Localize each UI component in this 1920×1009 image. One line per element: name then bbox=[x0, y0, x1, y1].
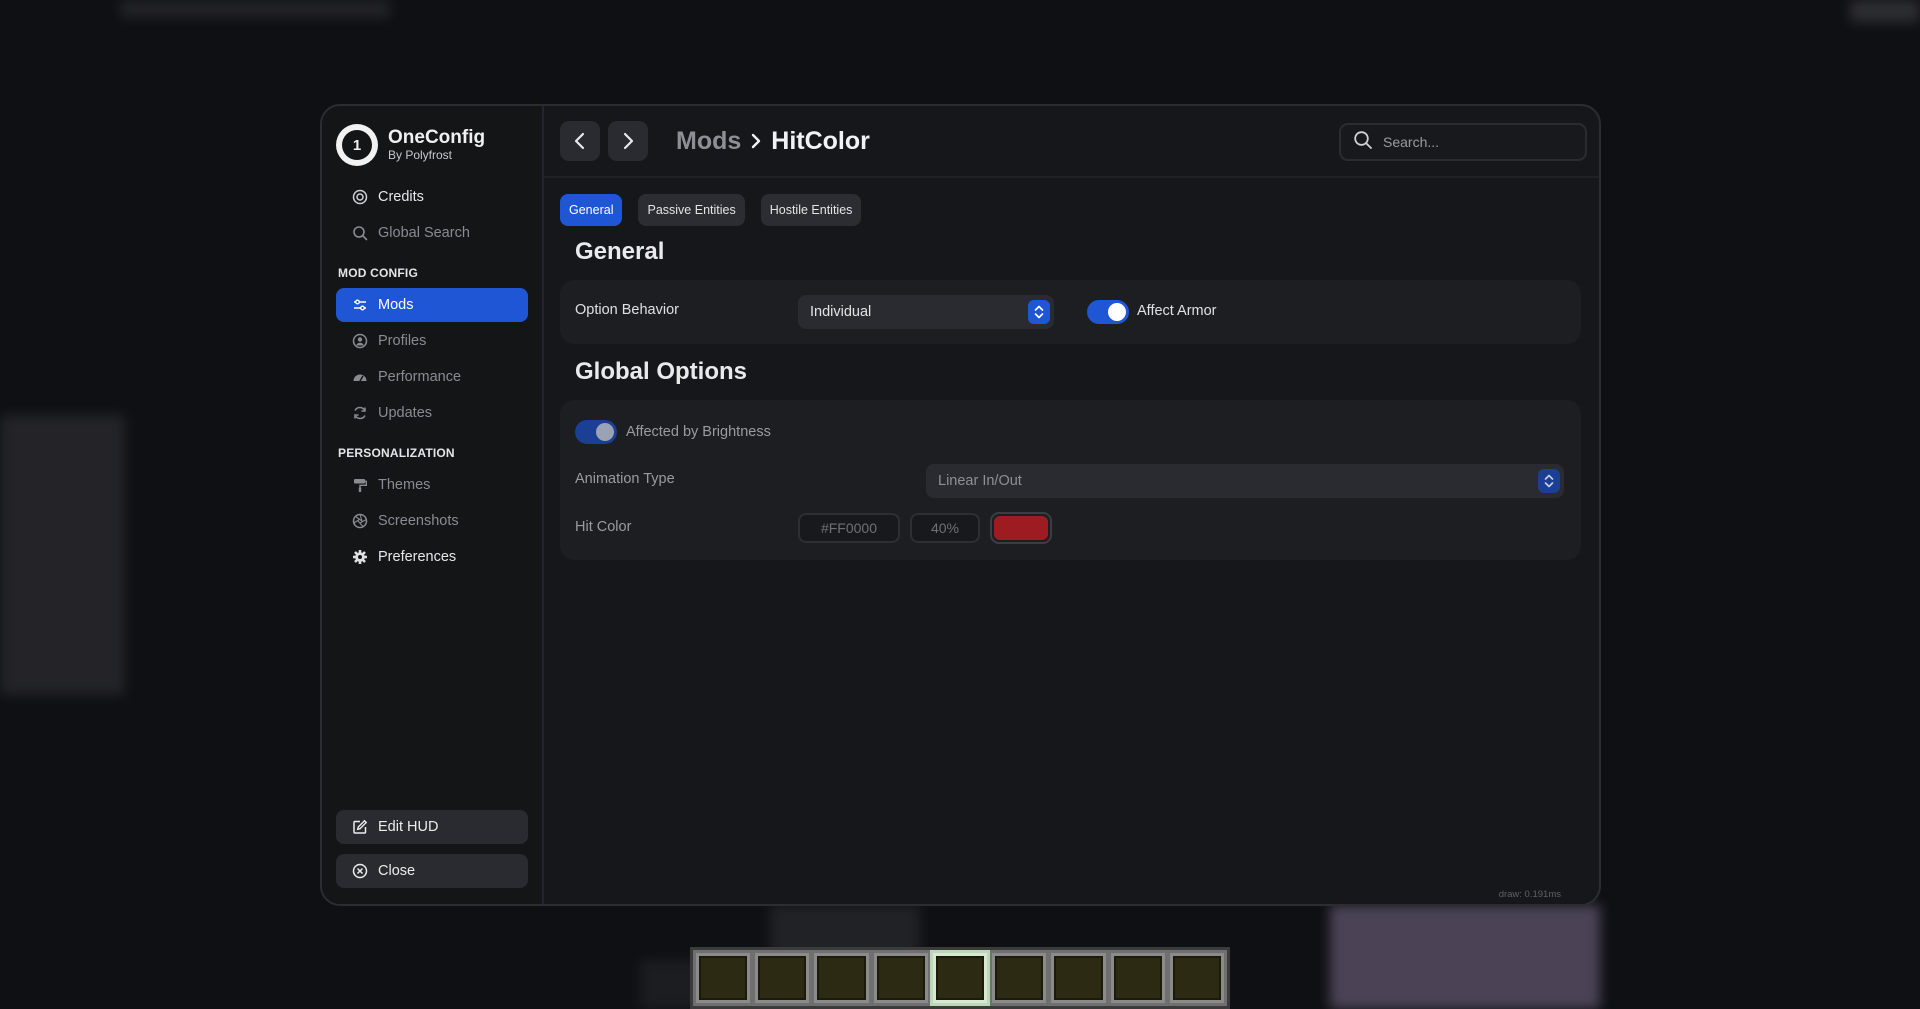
updown-chevron-icon bbox=[1538, 469, 1560, 493]
hotbar-slot bbox=[696, 953, 751, 1003]
forward-button[interactable] bbox=[608, 121, 648, 161]
paint-roller-icon bbox=[352, 477, 368, 493]
app-name: OneConfig bbox=[388, 126, 486, 148]
tab-general[interactable]: General bbox=[560, 194, 623, 226]
sidebar-item-profiles[interactable]: Profiles bbox=[336, 324, 528, 358]
hit-color-swatch bbox=[994, 516, 1048, 540]
toggle-knob bbox=[596, 423, 614, 441]
game-hotbar bbox=[690, 947, 1230, 1009]
main-panel: Mods HitColor General Passive Entities H… bbox=[544, 106, 1599, 904]
affect-armor-toggle[interactable] bbox=[1087, 300, 1129, 324]
option-behavior-select[interactable]: Individual bbox=[798, 295, 1054, 329]
search-icon bbox=[1353, 130, 1373, 155]
sidebar-item-global-search[interactable]: Global Search bbox=[336, 216, 528, 250]
hotbar-slot bbox=[1110, 953, 1165, 1003]
sidebar-item-themes[interactable]: Themes bbox=[336, 468, 528, 502]
hotbar-slot bbox=[814, 953, 869, 1003]
sidebar-item-performance[interactable]: Performance bbox=[336, 360, 528, 394]
aperture-icon bbox=[352, 513, 368, 529]
tab-bar: General Passive Entities Hostile Entitie… bbox=[560, 194, 1599, 226]
close-circle-icon bbox=[352, 863, 368, 879]
brightness-label: Affected by Brightness bbox=[626, 424, 771, 440]
app-subtitle: By Polyfrost bbox=[388, 147, 453, 162]
chevron-right-icon bbox=[623, 132, 634, 150]
credits-icon bbox=[352, 189, 368, 205]
brand: OneConfig By Polyfrost bbox=[336, 122, 528, 168]
oneconfig-window: OneConfig By Polyfrost Credits Global Se… bbox=[320, 104, 1601, 906]
updown-chevron-icon bbox=[1028, 300, 1050, 324]
sidebar-item-label: Preferences bbox=[378, 549, 457, 565]
speedometer-icon bbox=[352, 369, 368, 385]
affect-armor-label: Affect Armor bbox=[1137, 303, 1217, 319]
tab-hostile-entities[interactable]: Hostile Entities bbox=[760, 194, 862, 226]
section-title-general: General bbox=[575, 238, 665, 265]
gear-icon bbox=[352, 549, 368, 565]
refresh-icon bbox=[352, 405, 368, 421]
hotbar-slot bbox=[992, 953, 1047, 1003]
option-behavior-value: Individual bbox=[810, 304, 872, 320]
breadcrumb-current: HitColor bbox=[771, 126, 870, 155]
toggle-knob bbox=[1108, 303, 1126, 321]
tab-passive-entities[interactable]: Passive Entities bbox=[638, 194, 745, 226]
hit-color-swatch-button[interactable] bbox=[990, 512, 1052, 544]
sidebar-item-updates[interactable]: Updates bbox=[336, 396, 528, 430]
brightness-toggle[interactable] bbox=[575, 420, 617, 444]
animation-type-label: Animation Type bbox=[575, 471, 675, 487]
breadcrumb-parent[interactable]: Mods bbox=[676, 127, 741, 156]
search-box[interactable] bbox=[1339, 123, 1587, 161]
background-block bbox=[1330, 905, 1600, 1009]
sidebar: OneConfig By Polyfrost Credits Global Se… bbox=[322, 106, 544, 904]
option-behavior-label: Option Behavior bbox=[575, 302, 679, 318]
hit-color-label: Hit Color bbox=[575, 519, 632, 535]
search-icon bbox=[352, 225, 368, 241]
sidebar-item-label: Performance bbox=[378, 369, 462, 385]
global-options-card: Affected by Brightness Animation Type Li… bbox=[560, 400, 1581, 560]
draw-time-text: draw: 0.191ms bbox=[1498, 889, 1561, 900]
search-input[interactable] bbox=[1383, 134, 1573, 150]
profiles-icon bbox=[352, 333, 368, 349]
section-title-global-options: Global Options bbox=[575, 358, 747, 385]
top-bar: Mods HitColor bbox=[544, 106, 1599, 178]
sidebar-item-label: Updates bbox=[378, 405, 433, 421]
edit-icon bbox=[352, 819, 368, 835]
sidebar-item-preferences[interactable]: Preferences bbox=[336, 540, 528, 574]
sidebar-item-screenshots[interactable]: Screenshots bbox=[336, 504, 528, 538]
breadcrumb: Mods HitColor bbox=[676, 127, 870, 156]
sidebar-item-credits[interactable]: Credits bbox=[336, 180, 528, 214]
oneconfig-logo-icon bbox=[336, 124, 378, 166]
animation-type-value: Linear In/Out bbox=[938, 473, 1022, 489]
sidebar-item-label: Screenshots bbox=[378, 513, 459, 529]
back-button[interactable] bbox=[560, 121, 600, 161]
sliders-icon bbox=[352, 297, 368, 313]
close-label: Close bbox=[378, 863, 416, 879]
sidebar-item-mods[interactable]: Mods bbox=[336, 288, 528, 322]
hotbar-slot bbox=[755, 953, 810, 1003]
background-block bbox=[120, 0, 390, 18]
background-block bbox=[0, 415, 125, 695]
close-button[interactable]: Close bbox=[336, 854, 528, 888]
sidebar-item-label: Global Search bbox=[378, 225, 470, 241]
hotbar-slot bbox=[1051, 953, 1106, 1003]
hotbar-slot-selected bbox=[932, 953, 988, 1003]
sidebar-item-label: Credits bbox=[378, 189, 424, 205]
section-label-personalization: PERSONALIZATION bbox=[338, 446, 455, 460]
edit-hud-label: Edit HUD bbox=[378, 819, 439, 835]
general-card: Option Behavior Individual Affect Armor bbox=[560, 280, 1581, 344]
hit-color-alpha-input[interactable]: 40% bbox=[910, 513, 980, 543]
chevron-left-icon bbox=[574, 132, 585, 150]
edit-hud-button[interactable]: Edit HUD bbox=[336, 810, 528, 844]
sidebar-item-label: Mods bbox=[378, 297, 414, 313]
section-label-mod-config: MOD CONFIG bbox=[338, 266, 418, 280]
background-block bbox=[1850, 0, 1920, 22]
animation-type-select[interactable]: Linear In/Out bbox=[926, 464, 1564, 498]
hit-color-hex-input[interactable]: #FF0000 bbox=[798, 513, 900, 543]
sidebar-item-label: Themes bbox=[378, 477, 431, 493]
hotbar-slot bbox=[1169, 953, 1224, 1003]
hotbar-slot bbox=[873, 953, 928, 1003]
sidebar-item-label: Profiles bbox=[378, 333, 427, 349]
breadcrumb-chevron-icon bbox=[749, 132, 763, 150]
